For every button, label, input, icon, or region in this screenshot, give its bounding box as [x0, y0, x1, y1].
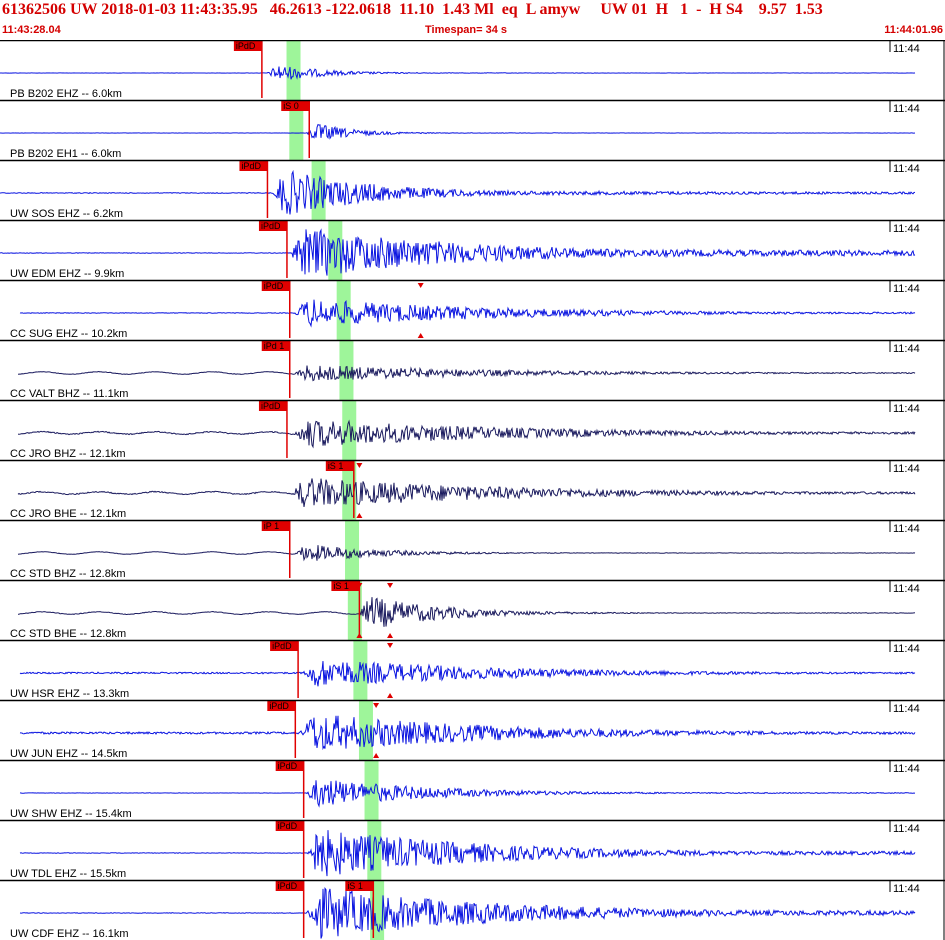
waveform-trace: [19, 715, 916, 751]
event-summary: 61362506 UW 2018-01-03 11:43:35.95 46.26…: [2, 1, 823, 18]
station-label: UW TDL EHZ -- 15.5km: [10, 868, 126, 880]
waveform-trace: [19, 886, 916, 939]
event-header: 61362506 UW 2018-01-03 11:43:35.95 46.26…: [0, 0, 945, 40]
marker-triangle-icon: [387, 643, 394, 648]
panel-time-label: 11:44: [893, 343, 920, 355]
panel-time-label: 11:44: [893, 43, 920, 55]
station-label: PB B202 EH1 -- 6.0km: [10, 148, 121, 160]
station-label: UW HSR EHZ -- 13.3km: [10, 688, 129, 700]
trace-panel[interactable]: iPdD 11:44 UW EDM EHZ -- 9.9km: [0, 219, 945, 280]
panel-time-label: 11:44: [893, 463, 920, 475]
marker-triangle-icon: [373, 753, 380, 758]
timespan-label: Timespan= 34 s: [425, 24, 508, 36]
waveform-trace: [19, 299, 916, 328]
marker-triangle-icon: [356, 463, 363, 468]
panel-time-label: 11:44: [893, 283, 920, 295]
trace-panel[interactable]: iPdD 11:44 UW HSR EHZ -- 13.3km: [0, 639, 945, 700]
pick-label: iPdD: [278, 821, 298, 831]
station-label: UW SHW EHZ -- 15.4km: [10, 808, 132, 820]
pick-label: iPdD: [278, 881, 298, 891]
trace-panel[interactable]: iPdD 11:44 CC JRO BHZ -- 12.1km: [0, 399, 945, 460]
station-label: CC JRO BHE -- 12.1km: [10, 508, 126, 520]
marker-triangle-icon: [387, 633, 394, 638]
station-label: CC STD BHE -- 12.8km: [10, 628, 126, 640]
pick-label: iPdD: [272, 641, 292, 651]
pick-label: iPdD: [241, 161, 261, 171]
station-label: UW EDM EHZ -- 9.9km: [10, 268, 124, 280]
end-time: 11:44:01.96: [884, 24, 943, 36]
trace-panel[interactable]: iPd 1 11:44 CC VALT BHZ -- 11.1km: [0, 339, 945, 400]
pick-label: iS 1: [347, 881, 363, 891]
waveform-trace: [17, 419, 916, 449]
panel-time-label: 11:44: [893, 103, 920, 115]
panel-time-label: 11:44: [893, 643, 920, 655]
marker-triangle-icon: [417, 333, 424, 338]
waveform-trace: [18, 597, 916, 627]
waveform-trace: [17, 478, 916, 507]
pick-label: iP 1: [264, 521, 279, 531]
waveform-trace: [0, 123, 916, 140]
pick-label: iS 1: [333, 581, 349, 591]
trace-panel[interactable]: iPdD 11:44 PB B202 EHZ -- 6.0km: [0, 40, 945, 100]
seismogram-svg[interactable]: iPdD 11:44 PB B202 EHZ -- 6.0km iS 0 11:44 PB…: [0, 40, 945, 940]
marker-triangle-icon: [387, 693, 394, 698]
pick-label: iS 0: [283, 101, 299, 111]
waveform-trace: [19, 780, 916, 808]
marker-triangle-icon: [387, 583, 394, 588]
trace-panel[interactable]: iPdD 11:44 UW TDL EHZ -- 15.5km: [0, 819, 945, 880]
panel-time-label: 11:44: [893, 823, 920, 835]
station-label: CC STD BHZ -- 12.8km: [10, 568, 126, 580]
station-label: CC JRO BHZ -- 12.1km: [10, 448, 126, 460]
trace-panel[interactable]: iS 0 11:44 PB B202 EH1 -- 6.0km: [0, 99, 945, 160]
waveform-trace: [0, 66, 916, 80]
pick-label: iS 1: [328, 461, 344, 471]
trace-panel[interactable]: iPdD iS 1 11:44 UW CDF EHZ -- 16.1km: [0, 879, 945, 940]
trace-panel[interactable]: iS 1 11:44 CC JRO BHE -- 12.1km: [0, 459, 945, 520]
pick-label: iPdD: [264, 281, 284, 291]
trace-panel[interactable]: iPdD 11:44 CC SUG EHZ -- 10.2km: [0, 279, 945, 340]
waveform-trace: [17, 365, 916, 382]
trace-panel[interactable]: iPdD 11:44 UW SOS EHZ -- 6.2km: [0, 159, 945, 220]
pick-label: iPdD: [261, 221, 281, 231]
pick-label: iPdD: [261, 401, 281, 411]
station-label: UW CDF EHZ -- 16.1km: [10, 928, 129, 940]
s-window-band: [342, 400, 357, 460]
s-window-band: [345, 520, 360, 580]
pick-label: iPd 1: [264, 341, 285, 351]
station-label: CC VALT BHZ -- 11.1km: [10, 388, 128, 400]
marker-triangle-icon: [356, 513, 363, 518]
station-label: UW SOS EHZ -- 6.2km: [10, 208, 123, 220]
waveform-trace: [17, 545, 916, 562]
waveform-trace: [0, 169, 916, 215]
trace-panel[interactable]: iPdD 11:44 UW SHW EHZ -- 15.4km: [0, 759, 945, 820]
pick-label: iPdD: [236, 41, 256, 51]
panel-time-label: 11:44: [893, 583, 920, 595]
trace-panel[interactable]: iPdD 11:44 UW JUN EHZ -- 14.5km: [0, 699, 945, 760]
marker-triangle-icon: [417, 283, 424, 288]
seismogram-panels[interactable]: iPdD 11:44 PB B202 EHZ -- 6.0km iS 0 11:44 PB…: [0, 40, 945, 940]
pick-label: iPdD: [269, 701, 289, 711]
panel-time-label: 11:44: [893, 703, 920, 715]
panel-time-label: 11:44: [893, 523, 920, 535]
station-label: UW JUN EHZ -- 14.5km: [10, 748, 127, 760]
panel-time-label: 11:44: [893, 763, 920, 775]
station-label: CC SUG EHZ -- 10.2km: [10, 328, 127, 340]
trace-panel[interactable]: iS 1 11:44 CC STD BHE -- 12.8km: [0, 579, 945, 640]
waveform-trace: [0, 228, 916, 276]
marker-triangle-icon: [373, 703, 380, 708]
panel-time-label: 11:44: [893, 163, 920, 175]
waveform-trace: [19, 661, 916, 687]
panel-time-label: 11:44: [893, 403, 920, 415]
waveform-trace: [19, 830, 916, 877]
panel-time-label: 11:44: [893, 883, 920, 895]
trace-panel[interactable]: iP 1 11:44 CC STD BHZ -- 12.8km: [0, 519, 945, 580]
station-label: PB B202 EHZ -- 6.0km: [10, 88, 122, 100]
start-time: 11:43:28.04: [2, 24, 61, 36]
pick-label: iPdD: [278, 761, 298, 771]
panel-time-label: 11:44: [893, 223, 920, 235]
s-window-band: [336, 280, 351, 340]
